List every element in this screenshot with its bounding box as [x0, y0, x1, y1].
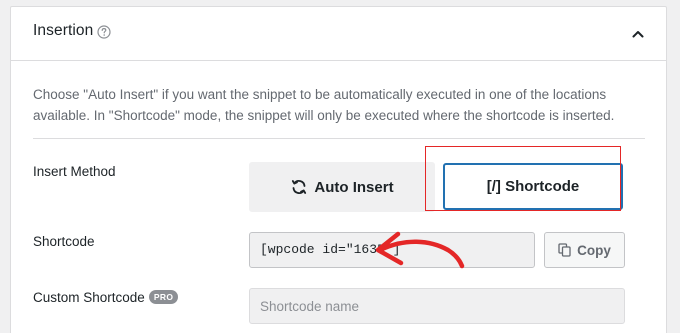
annotation-highlight-box	[425, 146, 621, 211]
shortcode-name-input[interactable]	[249, 288, 625, 324]
auto-insert-label: Auto Insert	[314, 178, 394, 196]
copy-icon	[558, 243, 571, 257]
section-title: Insertion	[33, 22, 94, 39]
auto-insert-button[interactable]: Auto Insert	[249, 162, 435, 212]
copy-label: Copy	[577, 242, 611, 258]
panel-header[interactable]: Insertion	[11, 7, 666, 61]
section-description: Choose "Auto Insert" if you want the sni…	[33, 87, 615, 123]
chevron-up-icon[interactable]	[631, 27, 645, 41]
insert-method-label: Insert Method	[33, 164, 116, 179]
custom-shortcode-text: Custom Shortcode	[33, 290, 145, 305]
pro-badge: PRO	[148, 290, 179, 304]
divider	[33, 138, 645, 139]
copy-button[interactable]: Copy	[544, 232, 625, 268]
custom-shortcode-label: Custom Shortcode PRO	[33, 290, 179, 305]
refresh-icon	[292, 180, 307, 194]
shortcode-field[interactable]: [wpcode id="1635"]	[249, 232, 535, 268]
shortcode-label: Shortcode	[33, 234, 95, 249]
help-circle-icon[interactable]	[97, 25, 111, 39]
